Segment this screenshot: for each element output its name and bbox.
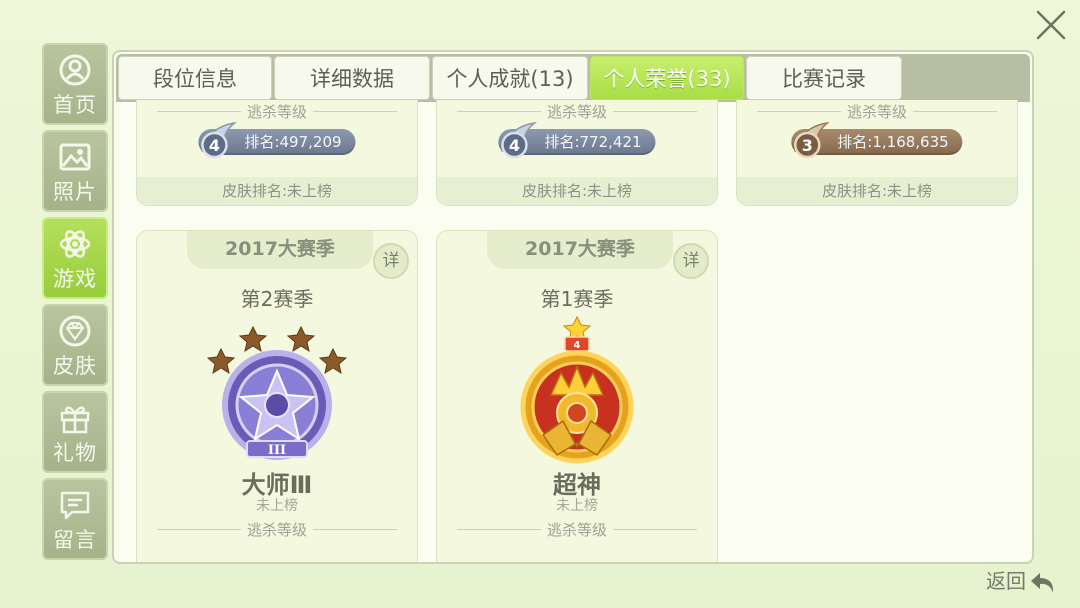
kill-level-label: 逃杀等级: [540, 101, 614, 122]
close-icon: [1036, 10, 1066, 40]
back-label: 返回: [986, 569, 1026, 593]
photo-icon: [59, 143, 91, 171]
tier-star: [318, 347, 347, 375]
honor-card: 逃杀等级 4 排名:497,209 皮肤排名:未上榜: [136, 100, 418, 206]
rank-text: 排名:1,168,635: [837, 133, 949, 151]
honor-card: 逃杀等级 3 排名:1,168,635 皮肤排名:未上榜: [736, 100, 1018, 206]
diamond-icon: [59, 315, 91, 347]
sidebar-item-gift[interactable]: 礼物: [42, 391, 108, 473]
honor-card: 逃杀等级 4 排名:772,421 皮肤排名:未上榜: [436, 100, 718, 206]
level-badge-icon: 4: [201, 121, 238, 159]
tier-star: [207, 347, 236, 375]
svg-text:4: 4: [509, 136, 520, 155]
sidebar-item-game[interactable]: 游戏: [42, 217, 108, 299]
rank-pill: 3 排名:1,168,635: [791, 121, 963, 159]
sidebar: 首页 照片 游戏 皮肤 礼物 留言: [42, 43, 108, 565]
rank-text: 排名:497,209: [244, 133, 342, 151]
tab-achievements[interactable]: 个人成就(13): [432, 56, 588, 100]
message-icon: [60, 491, 90, 520]
kill-level-label: 逃杀等级: [840, 101, 914, 122]
sidebar-item-home[interactable]: 首页: [42, 43, 108, 125]
tier-star: [286, 325, 316, 353]
rank-pill: 4 排名:497,209: [198, 121, 356, 159]
level-badge-icon: 3: [794, 121, 830, 159]
tab-bar: 段位信息 详细数据 个人成就(13) 个人荣誉(33) 比赛记录: [116, 54, 1030, 102]
skin-rank: 皮肤排名:未上榜: [137, 177, 417, 205]
back-button[interactable]: 返回: [986, 566, 1056, 596]
season-tag: 2017大赛季: [487, 231, 673, 269]
rank-text: 排名:772,421: [544, 133, 642, 151]
return-arrow-icon: [1031, 572, 1054, 593]
tier-status: 未上榜: [256, 498, 298, 514]
sub-season-label: 第1赛季: [540, 287, 614, 311]
atom-icon: [59, 230, 91, 258]
sidebar-item-label: 留言: [53, 528, 97, 552]
skin-rank: 皮肤排名:未上榜: [737, 177, 1017, 205]
level-badge-icon: 4: [501, 121, 538, 159]
svg-text:3: 3: [802, 136, 813, 155]
home-icon: [59, 54, 91, 86]
detail-button[interactable]: 详: [673, 243, 709, 279]
supergod-tier-emblem: 4: [520, 315, 634, 464]
svg-text:4: 4: [574, 340, 581, 351]
tab-rank-info[interactable]: 段位信息: [118, 56, 272, 100]
sub-season-label: 第2赛季: [240, 287, 314, 311]
kill-level-label: 逃杀等级: [240, 519, 314, 540]
master-tier-emblem: III: [207, 325, 347, 460]
gift-icon: [60, 406, 90, 434]
tab-match-records[interactable]: 比赛记录: [746, 56, 902, 100]
sidebar-item-message[interactable]: 留言: [42, 478, 108, 560]
detail-button[interactable]: 详: [373, 243, 409, 279]
season-tag: 2017大赛季: [187, 231, 373, 269]
sidebar-item-skin[interactable]: 皮肤: [42, 304, 108, 386]
tab-honors[interactable]: 个人荣誉(33): [590, 56, 744, 100]
kill-level-label: 逃杀等级: [240, 101, 314, 122]
skin-rank: 皮肤排名:未上榜: [437, 177, 717, 205]
honors-list[interactable]: 逃杀等级 4 排名:497,209 皮肤排名:未上榜 逃杀等级 4 排名:772…: [114, 100, 1032, 562]
sidebar-item-photo[interactable]: 照片: [42, 130, 108, 212]
tier-status: 未上榜: [556, 498, 598, 514]
svg-text:III: III: [268, 443, 286, 458]
season-card: 2017大赛季 详 第1赛季 4 超神 未上榜 逃杀等级: [436, 230, 718, 562]
sidebar-item-label: 首页: [53, 93, 97, 117]
sidebar-item-label: 礼物: [53, 441, 97, 465]
svg-text:4: 4: [209, 136, 220, 155]
sidebar-item-label: 照片: [53, 180, 97, 204]
season-card: 2017大赛季 详 第2赛季 III 大师Ⅲ 未上榜 逃杀等级: [136, 230, 418, 562]
tab-detailed-data[interactable]: 详细数据: [274, 56, 430, 100]
sidebar-item-label: 皮肤: [53, 354, 97, 378]
close-button[interactable]: [1016, 0, 1080, 46]
sidebar-item-label: 游戏: [53, 267, 97, 291]
tier-star: [238, 325, 268, 353]
kill-level-label: 逃杀等级: [540, 519, 614, 540]
main-panel: 段位信息 详细数据 个人成就(13) 个人荣誉(33) 比赛记录 逃杀等级 4 …: [112, 50, 1034, 564]
rank-pill: 4 排名:772,421: [498, 121, 656, 159]
